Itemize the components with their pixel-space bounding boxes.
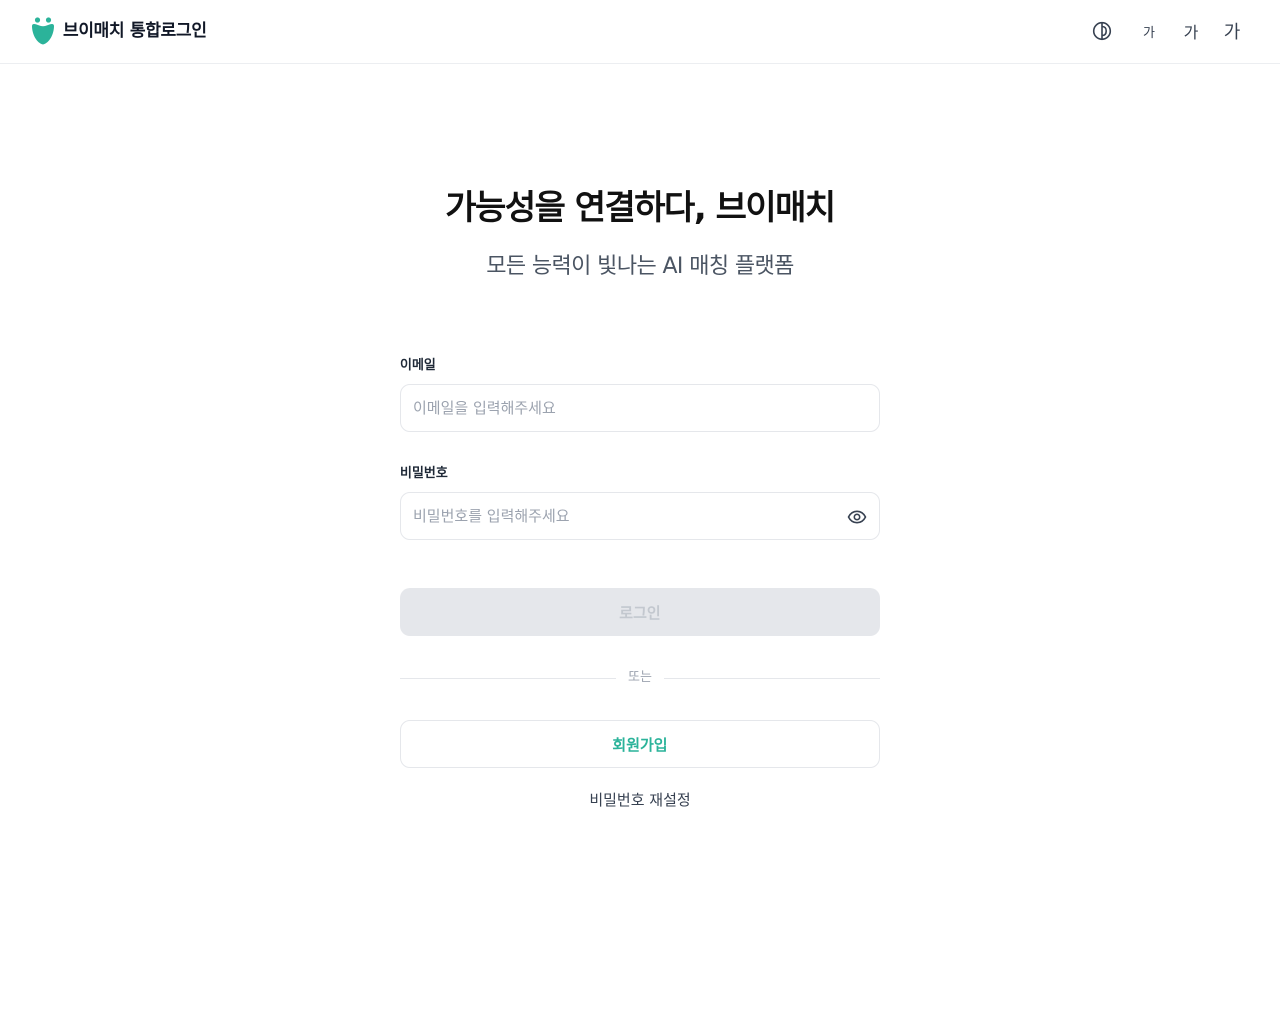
password-visibility-toggle[interactable] [845,505,869,529]
hero-title: 가능성을 연결하다, 브이매치 [445,188,836,228]
eye-icon [847,510,867,524]
font-size-large-button[interactable]: 가 [1220,18,1244,44]
divider-line-left [400,677,617,679]
email-label: 이메일 [400,358,436,373]
hero-subtitle: 모든 능력이 빛나는 AI 매칭 플랫폼 [486,254,794,279]
or-divider: 또는 [400,666,881,690]
password-reset-link[interactable]: 비밀번호 재설정 [400,786,880,814]
email-field-wrapper [400,384,880,432]
login-button[interactable]: 로그인 [400,588,880,636]
accessibility-tools: 가 가 가 [1091,16,1244,46]
font-size-medium-button[interactable]: 가 [1180,19,1202,43]
password-input[interactable] [401,493,879,539]
font-size-small-button[interactable]: 가 [1139,22,1159,41]
password-label: 비밀번호 [400,466,448,481]
contrast-toggle-button[interactable] [1091,20,1113,42]
password-field-wrapper [400,492,880,540]
vmatch-logo-icon [32,17,54,45]
divider-text: 또는 [628,670,652,685]
contrast-icon [1092,21,1112,41]
top-header: 브이매치 통합로그인 가 가 가 [0,0,1280,64]
brand-name: 브이매치 통합로그인 [63,21,207,41]
email-input[interactable] [401,385,879,431]
signup-button[interactable]: 회원가입 [400,720,880,768]
divider-line-right [663,677,881,679]
brand[interactable]: 브이매치 통합로그인 [31,16,207,46]
